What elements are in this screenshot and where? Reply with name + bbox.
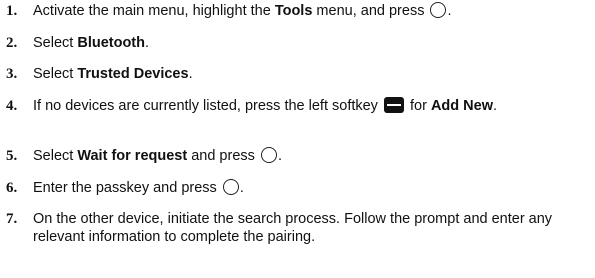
step-text: If no devices are currently listed, pres… [33,97,498,114]
step-number: 6. [6,180,18,196]
step-text: Select Trusted Devices. [33,66,193,82]
left-softkey-icon [383,97,404,113]
step-text-part: menu, and press [312,3,425,19]
softkey-action-name: Add New [430,98,493,114]
step-text-part: . [447,3,452,19]
step-text: Select Bluetooth. [33,35,149,51]
step-text: Enter the passkey and press . [33,179,244,196]
step-text-part: Enter the passkey and press [33,180,217,196]
step-1: 1. Activate the main menu, highlight the… [6,2,452,20]
step-text-part: for [410,98,427,114]
menu-item-name: Trusted Devices [77,66,189,82]
step-7: 7. On the other device, initiate the sea… [6,210,588,246]
step-number: 1. [6,3,18,19]
step-text-part: . [492,98,498,114]
step-text: Select Wait for request and press . [33,147,282,164]
center-select-key-icon [260,147,277,163]
step-text-part: Activate the main menu, highlight the [33,3,275,19]
step-4: 4. If no devices are currently listed, p… [6,97,578,115]
step-2: 2. Select Bluetooth. [6,34,149,52]
step-text-part: Select [33,148,78,164]
step-text-part: . [188,66,193,82]
step-5: 5. Select Wait for request and press . [6,147,282,165]
menu-item-name: Bluetooth [77,35,145,51]
step-text-part: . [145,35,150,51]
menu-name: Tools [274,3,313,19]
step-number: 7. [6,211,18,227]
step-text-part: and press [187,148,255,164]
step-text-part: . [239,180,244,196]
center-select-key-icon [222,179,239,195]
menu-item-name: Wait for request [77,148,188,164]
step-6: 6. Enter the passkey and press . [6,179,244,197]
step-number: 3. [6,66,18,82]
step-text-part: Select [33,66,78,82]
center-select-key-icon [430,2,447,18]
step-number: 4. [6,98,18,114]
step-text: Activate the main menu, highlight the To… [33,2,452,19]
step-text-part: Select [33,35,78,51]
step-text-part: If no devices are currently listed, pres… [33,98,378,114]
step-3: 3. Select Trusted Devices. [6,65,193,83]
step-number: 2. [6,35,18,51]
step-text-part: . [277,148,282,164]
step-number: 5. [6,148,18,164]
step-text: On the other device, initiate the search… [33,211,553,245]
